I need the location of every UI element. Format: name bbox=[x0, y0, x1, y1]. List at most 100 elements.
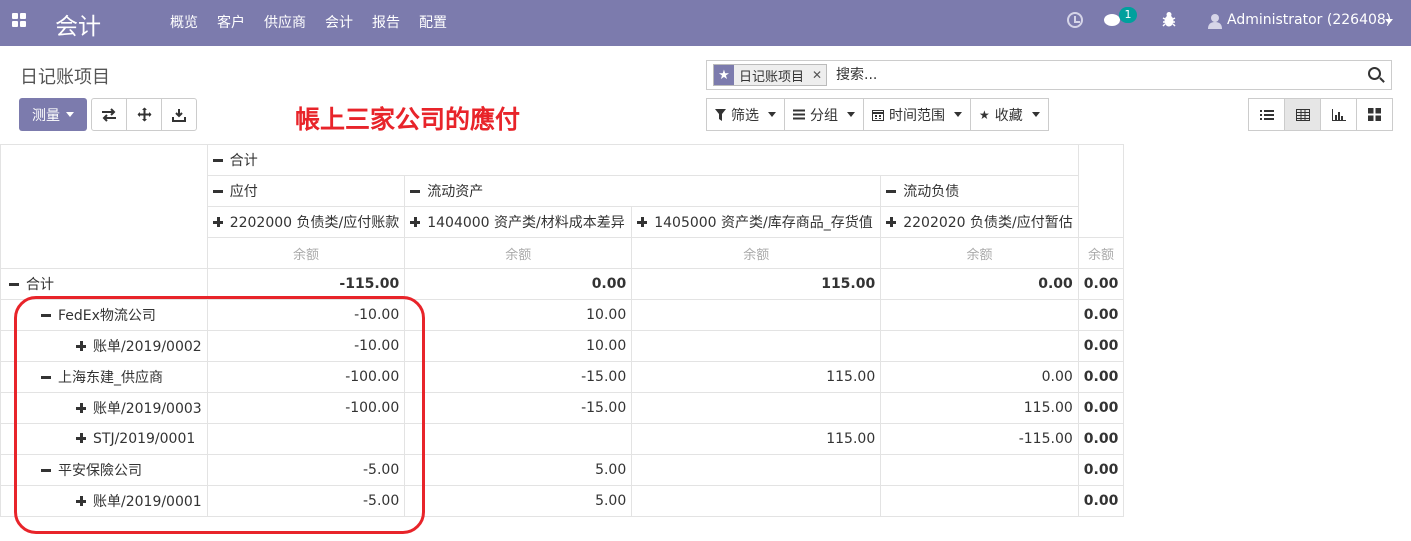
user-caret-icon[interactable] bbox=[1385, 19, 1393, 24]
col-header-account[interactable]: 1404000 资产类/材料成本差异 bbox=[404, 206, 633, 238]
row-header[interactable]: FedEx物流公司 bbox=[0, 299, 208, 331]
pivot-cell[interactable]: -10.00 bbox=[206, 299, 406, 331]
kanban-view-button[interactable] bbox=[1356, 98, 1393, 131]
arrows-move-icon bbox=[137, 107, 151, 122]
pivot-row: FedEx物流公司 -10.00 10.00 0.00 bbox=[0, 299, 1125, 331]
pivot-cell[interactable]: 115.00 bbox=[631, 361, 882, 393]
col-header-total[interactable]: 合计 bbox=[206, 144, 1079, 176]
pivot-cell[interactable]: -10.00 bbox=[206, 330, 406, 362]
apps-grid-icon[interactable] bbox=[12, 13, 26, 27]
row-header[interactable]: 账单/2019/0002 bbox=[0, 330, 208, 362]
flip-axis-button[interactable] bbox=[91, 98, 127, 131]
col-header-account[interactable]: 2202000 负债类/应付账款 bbox=[206, 206, 406, 238]
row-header[interactable]: 合计 bbox=[0, 268, 208, 300]
list-view-button[interactable] bbox=[1248, 98, 1285, 131]
search-icon[interactable] bbox=[1368, 67, 1381, 80]
pivot-cell[interactable] bbox=[631, 392, 882, 424]
pivot-row: 账单/2019/0003 -100.00 -15.00 115.00 0.00 bbox=[0, 392, 1125, 424]
pivot-cell[interactable] bbox=[631, 454, 882, 486]
minus-icon bbox=[41, 468, 51, 472]
pivot-cell[interactable]: 0.00 bbox=[880, 361, 1079, 393]
col-header-group[interactable]: 流动负债 bbox=[880, 175, 1079, 207]
pivot-cell[interactable]: 0.00 bbox=[1077, 268, 1125, 300]
chat-icon[interactable] bbox=[1104, 14, 1120, 26]
measure-header[interactable]: 余额 bbox=[631, 237, 882, 269]
pivot-cell[interactable] bbox=[880, 330, 1079, 362]
pivot-cell[interactable]: 10.00 bbox=[404, 299, 633, 331]
search-input[interactable] bbox=[836, 65, 1356, 85]
pivot-cell[interactable]: -5.00 bbox=[206, 485, 406, 517]
bug-icon[interactable] bbox=[1162, 11, 1176, 28]
pivot-cell[interactable]: -115.00 bbox=[880, 423, 1079, 455]
pivot-cell[interactable]: 115.00 bbox=[631, 268, 882, 300]
user-avatar-icon[interactable] bbox=[1208, 13, 1222, 29]
pivot-cell[interactable] bbox=[206, 423, 406, 455]
pivot-cell[interactable] bbox=[631, 330, 882, 362]
pivot-cell[interactable] bbox=[631, 299, 882, 331]
pivot-cell[interactable]: 0.00 bbox=[1077, 423, 1125, 455]
breadcrumb: 日记账项目 bbox=[20, 67, 110, 88]
favorites-button[interactable]: ★ 收藏 bbox=[970, 98, 1049, 131]
pivot-cell[interactable]: 115.00 bbox=[880, 392, 1079, 424]
pivot-cell[interactable]: 5.00 bbox=[404, 485, 633, 517]
pivot-cell[interactable]: 0.00 bbox=[1077, 485, 1125, 517]
menu-item-configuration[interactable]: 配置 bbox=[419, 12, 447, 32]
measure-header[interactable]: 余额 bbox=[1077, 237, 1125, 269]
col-header-group[interactable]: 应付 bbox=[206, 175, 406, 207]
menu-item-accounting[interactable]: 会计 bbox=[325, 12, 353, 32]
menu-item-vendors[interactable]: 供应商 bbox=[264, 12, 306, 32]
menu-item-customers[interactable]: 客户 bbox=[217, 12, 245, 32]
time-range-button[interactable]: 时间范围 bbox=[863, 98, 971, 131]
measure-header[interactable]: 余额 bbox=[206, 237, 406, 269]
filter-button[interactable]: 筛选 bbox=[706, 98, 785, 131]
row-header[interactable]: 账单/2019/0003 bbox=[0, 392, 208, 424]
pivot-cell[interactable] bbox=[880, 299, 1079, 331]
pivot-cell[interactable]: 0.00 bbox=[404, 268, 633, 300]
measure-label: 测量 bbox=[32, 107, 60, 124]
pivot-cell[interactable]: 0.00 bbox=[1077, 299, 1125, 331]
download-icon bbox=[172, 108, 186, 122]
row-header[interactable]: 账单/2019/0001 bbox=[0, 485, 208, 517]
download-button[interactable] bbox=[161, 98, 197, 131]
pivot-cell[interactable]: 115.00 bbox=[631, 423, 882, 455]
menu-item-overview[interactable]: 概览 bbox=[170, 12, 198, 32]
row-header[interactable]: STJ/2019/0001 bbox=[0, 423, 208, 455]
pivot-cell[interactable]: -100.00 bbox=[206, 361, 406, 393]
graph-view-button[interactable] bbox=[1320, 98, 1357, 131]
measure-dropdown-button[interactable]: 测量 bbox=[19, 98, 87, 131]
expand-all-button[interactable] bbox=[126, 98, 162, 131]
pivot-cell[interactable]: -15.00 bbox=[404, 361, 633, 393]
pivot-cell[interactable] bbox=[880, 485, 1079, 517]
pivot-cell[interactable]: 0.00 bbox=[1077, 361, 1125, 393]
filter-label: 筛选 bbox=[731, 107, 759, 124]
menu-item-reports[interactable]: 报告 bbox=[372, 12, 400, 32]
col-header-account[interactable]: 2202020 负债类/应付暂估 bbox=[880, 206, 1079, 238]
search-facet: ★ 日记账项目 ✕ bbox=[713, 64, 828, 86]
measure-header[interactable]: 余额 bbox=[880, 237, 1079, 269]
pivot-row: 账单/2019/0002 -10.00 10.00 0.00 bbox=[0, 330, 1125, 362]
col-header-group[interactable]: 流动资产 bbox=[404, 175, 882, 207]
activity-clock-icon[interactable] bbox=[1067, 12, 1083, 28]
col-header-account[interactable]: 1405000 资产类/库存商品_存货值 bbox=[631, 206, 882, 238]
pivot-cell[interactable] bbox=[631, 485, 882, 517]
pivot-cell[interactable]: 0.00 bbox=[1077, 392, 1125, 424]
row-header[interactable]: 上海东建_供应商 bbox=[0, 361, 208, 393]
pivot-cell[interactable]: 0.00 bbox=[1077, 330, 1125, 362]
pivot-cell[interactable]: 0.00 bbox=[1077, 454, 1125, 486]
group-by-button[interactable]: 分组 bbox=[784, 98, 864, 131]
pivot-cell[interactable]: -100.00 bbox=[206, 392, 406, 424]
pivot-cell[interactable]: 10.00 bbox=[404, 330, 633, 362]
pivot-cell[interactable]: 0.00 bbox=[880, 268, 1079, 300]
facet-remove-icon[interactable]: ✕ bbox=[808, 68, 826, 82]
pivot-cell[interactable] bbox=[880, 454, 1079, 486]
pivot-cell[interactable] bbox=[404, 423, 633, 455]
row-header[interactable]: 平安保險公司 bbox=[0, 454, 208, 486]
user-menu[interactable]: Administrator (226408) bbox=[1227, 12, 1391, 28]
measure-header[interactable]: 余额 bbox=[404, 237, 633, 269]
pivot-view-button[interactable] bbox=[1284, 98, 1321, 131]
pivot-cell[interactable]: -5.00 bbox=[206, 454, 406, 486]
pivot-row: STJ/2019/0001 115.00 -115.00 0.00 bbox=[0, 423, 1125, 455]
pivot-cell[interactable]: -115.00 bbox=[206, 268, 406, 300]
pivot-cell[interactable]: 5.00 bbox=[404, 454, 633, 486]
pivot-cell[interactable]: -15.00 bbox=[404, 392, 633, 424]
